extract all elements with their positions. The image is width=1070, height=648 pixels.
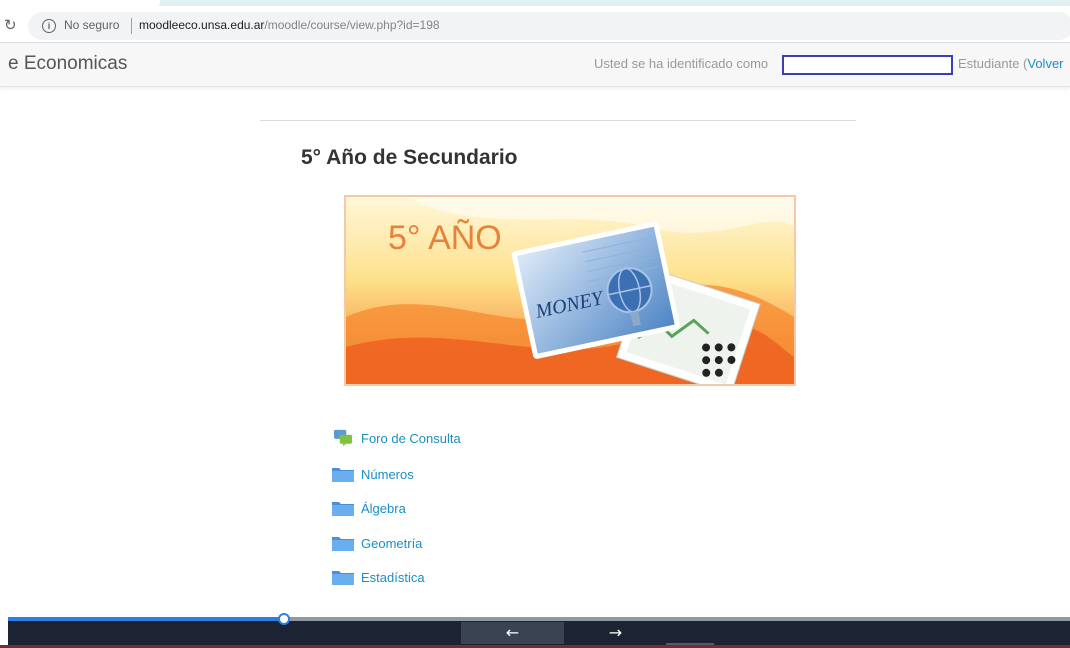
reload-icon[interactable]: ↻: [4, 16, 17, 34]
section-divider: [260, 120, 856, 121]
login-info: Usted se ha identificado como: [594, 56, 769, 71]
previous-button[interactable]: ←: [461, 622, 564, 644]
activity-folder[interactable]: Números: [331, 463, 414, 485]
role-label: Estudiante (: [958, 56, 1028, 71]
banner-illustration: 5° AÑO MONEY: [346, 197, 794, 384]
site-brand[interactable]: e Economicas: [8, 53, 127, 75]
course-title: 5° Año de Secundario: [301, 146, 518, 169]
browser-tab-edge: [0, 0, 160, 8]
url-field[interactable]: i No seguro moodleeco.unsa.edu.ar/moodle…: [28, 12, 1070, 40]
site-navbar: e Economicas Usted se ha identificado co…: [0, 43, 1070, 87]
folder-icon: [332, 468, 354, 482]
return-role-link[interactable]: Volver: [1027, 56, 1063, 71]
activity-label[interactable]: Geometría: [361, 536, 422, 551]
user-role: Estudiante (Volver: [958, 56, 1064, 71]
url-host: moodleeco.unsa.edu.ar: [139, 18, 265, 32]
security-label[interactable]: No seguro: [64, 18, 119, 32]
activity-folder[interactable]: Estadística: [331, 566, 425, 588]
folder-icon: [332, 571, 354, 585]
next-button[interactable]: →: [564, 622, 667, 644]
banner-year-text: 5° AÑO: [388, 219, 502, 257]
activity-forum[interactable]: Foro de Consulta: [331, 427, 461, 449]
activity-folder[interactable]: Geometría: [331, 532, 422, 554]
arrow-right-icon: →: [608, 623, 623, 642]
activity-label[interactable]: Números: [361, 467, 414, 482]
arrow-left-icon: ←: [505, 623, 520, 642]
user-name-redacted[interactable]: [782, 55, 953, 75]
progress-bar[interactable]: [8, 613, 1070, 625]
browser-top-strip: [0, 0, 1070, 6]
activity-label[interactable]: Estadística: [361, 570, 425, 585]
url-separator: [131, 18, 132, 34]
forum-icon: [334, 429, 352, 447]
url-text[interactable]: moodleeco.unsa.edu.ar/moodle/course/view…: [139, 18, 440, 32]
video-player-controls: ← →: [8, 613, 1070, 648]
folder-icon: [332, 537, 354, 551]
progress-handle[interactable]: [278, 613, 290, 625]
activity-folder[interactable]: Álgebra: [331, 497, 406, 519]
progress-fill: [8, 617, 284, 621]
activity-label[interactable]: Foro de Consulta: [361, 431, 461, 446]
course-banner-image: 5° AÑO MONEY: [344, 195, 796, 386]
url-path: /moodle/course/view.php?id=198: [264, 18, 440, 32]
folder-icon: [332, 502, 354, 516]
info-icon[interactable]: i: [42, 19, 56, 33]
browser-address-bar: ↻ i No seguro moodleeco.unsa.edu.ar/mood…: [0, 8, 1070, 43]
activity-label[interactable]: Álgebra: [361, 501, 406, 516]
